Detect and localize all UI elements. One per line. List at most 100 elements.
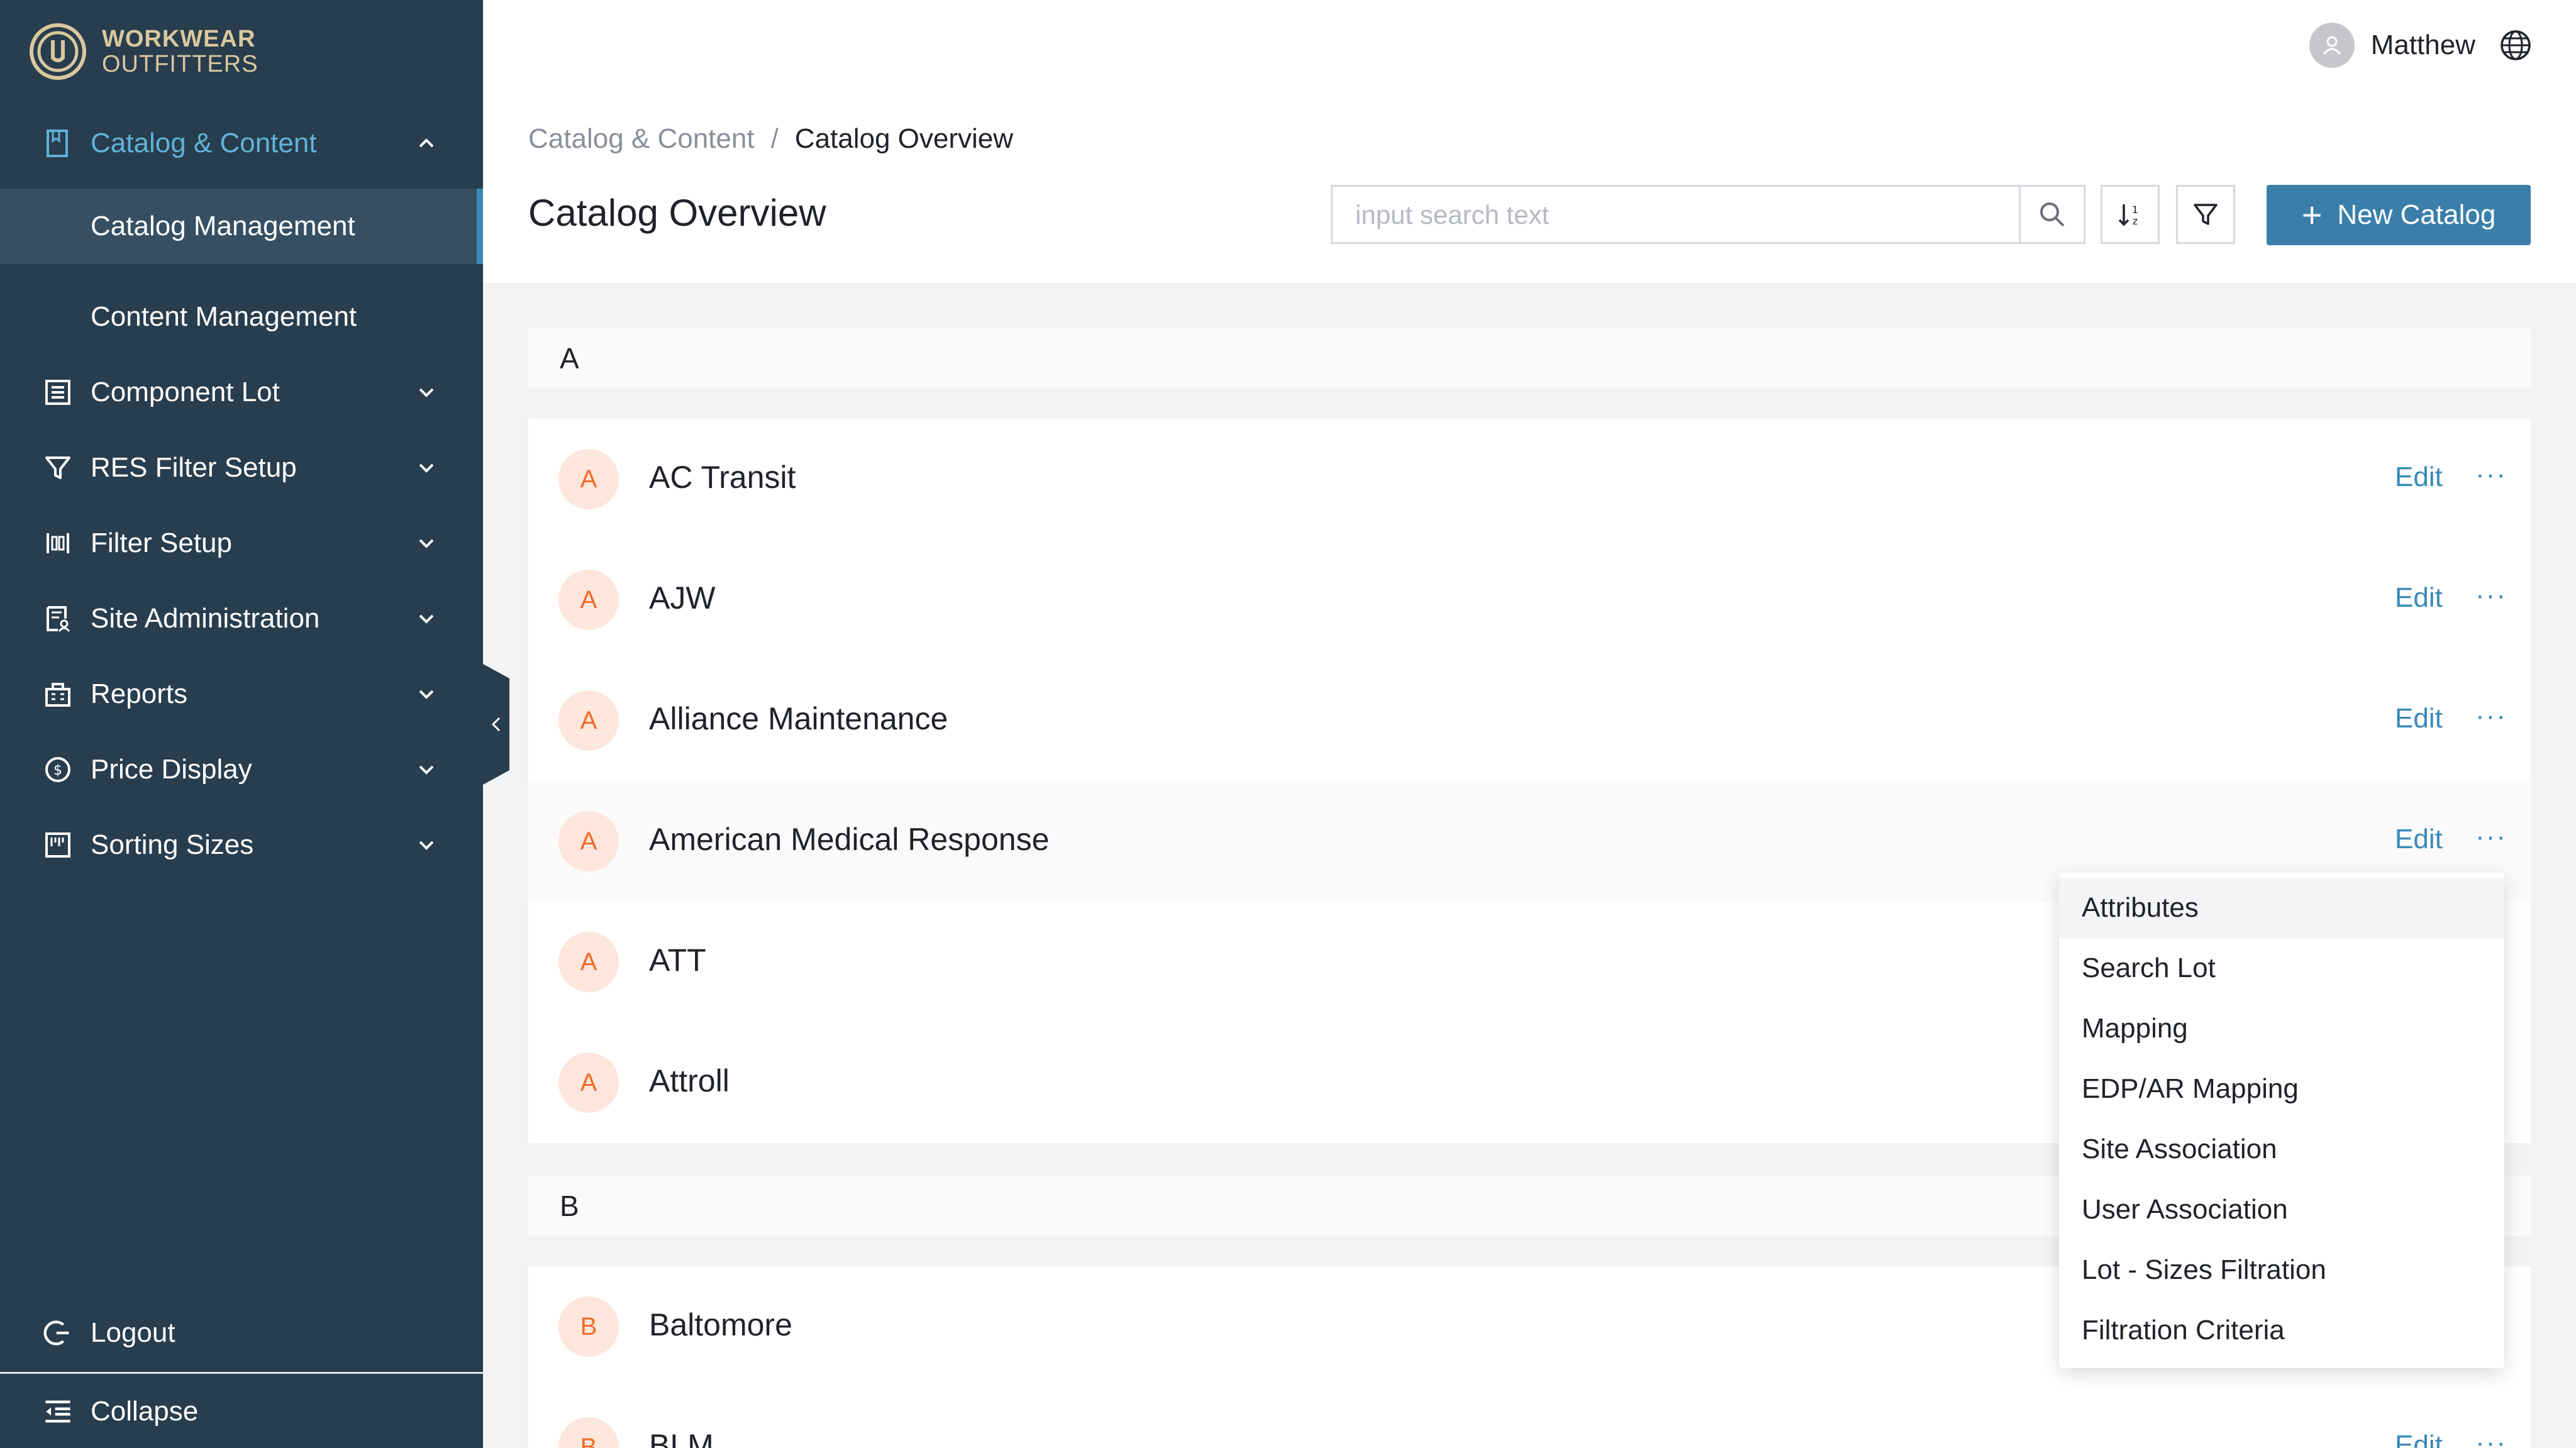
sidebar-item-label: Reports [91,678,188,709]
sidebar-item-label: Component Lot [91,377,280,407]
sidebar-item-filter-setup[interactable]: Filter Setup [0,506,483,581]
menu-item-site-association[interactable]: Site Association [2059,1119,2504,1180]
edit-link[interactable]: Edit [2395,582,2443,614]
avatar: A [558,449,619,509]
chevron-down-icon [419,539,434,548]
user-menu[interactable]: Matthew [2309,21,2532,69]
new-catalog-button[interactable]: + New Catalog [2267,185,2531,245]
avatar: B [558,1296,619,1357]
sort-icon: 1z [2118,204,2138,227]
menu-item-filtration-criteria[interactable]: Filtration Criteria [2059,1300,2504,1361]
chevron-down-icon [419,765,434,775]
globe-icon[interactable] [2499,29,2532,62]
sidebar-item-component-lot[interactable]: Component Lot [0,355,483,430]
sidebar-item-label: Sorting Sizes [91,829,254,860]
group-header-a: A [528,328,2531,389]
collapse-label: Collapse [91,1395,199,1427]
list-item[interactable]: B BLM Edit ··· [528,1387,2531,1448]
filter-button[interactable] [2176,185,2235,244]
avatar: B [558,1417,619,1448]
catalog-name: Attroll [649,1063,730,1098]
list-item[interactable]: A AC Transit Edit ··· [528,419,2531,539]
page-title: Catalog Overview [528,192,826,234]
edit-link[interactable]: Edit [2395,1430,2443,1448]
avatar: A [558,570,619,630]
sidebar-item-label: Content Management [91,301,357,332]
search-icon [2040,202,2065,227]
more-icon[interactable]: ··· [2475,700,2507,732]
sidebar-item-label: RES Filter Setup [91,452,297,483]
edit-link[interactable]: Edit [2395,703,2443,734]
sidebar-item-label: Catalog Management [91,211,355,241]
document-user-icon [43,604,73,634]
catalog-name: AC Transit [649,460,796,495]
svg-text:1: 1 [2132,204,2138,216]
menu-item-edp-ar-mapping[interactable]: EDP/AR Mapping [2059,1059,2504,1119]
svg-text:z: z [2133,215,2138,227]
menu-item-attributes[interactable]: Attributes [2059,878,2504,938]
avatar: A [558,690,619,751]
sidebar-divider [0,1372,483,1374]
edit-link[interactable]: Edit [2395,461,2443,493]
sidebar-collapse-handle[interactable] [483,664,509,785]
catalog-name: BLM [649,1428,714,1448]
sidebar-item-reports[interactable]: Reports [0,656,483,732]
collapse-menu-icon [45,1400,70,1422]
chevron-down-icon [419,463,434,473]
sidebar-item-label: Filter Setup [91,528,232,558]
sidebar: WORKWEAR OUTFITTERS Catalog & Content Ca… [0,0,483,1448]
chevron-down-icon [419,388,434,397]
logout-icon [43,1320,69,1346]
sort-button[interactable]: 1z [2101,185,2160,244]
more-icon[interactable]: ··· [2475,580,2507,611]
sidebar-item-content-management[interactable]: Content Management [0,279,483,355]
catalog-name: ATT [649,942,706,978]
menu-item-search-lot[interactable]: Search Lot [2059,938,2504,998]
menu-item-lot-sizes-filtration[interactable]: Lot - Sizes Filtration [2059,1240,2504,1300]
sidebar-item-site-administration[interactable]: Site Administration [0,581,483,656]
sidebar-item-label: Site Administration [91,603,320,634]
plus-icon: + [2301,195,2323,235]
group-letter: B [560,1190,579,1222]
sidebar-item-res-filter-setup[interactable]: RES Filter Setup [0,430,483,506]
chevron-up-icon [419,138,434,148]
sidebar-item-label: Catalog & Content [91,128,317,158]
catalog-name: Alliance Maintenance [649,701,948,736]
collapse-button[interactable]: Collapse [0,1374,483,1448]
edit-link[interactable]: Edit [2395,824,2443,855]
book-icon [43,128,73,158]
breadcrumb-separator: / [770,123,779,154]
search-box [1331,185,2085,244]
catalog-name: AJW [649,580,716,616]
avatar[interactable] [2309,23,2355,68]
sidebar-item-sorting-sizes[interactable]: Sorting Sizes [0,807,483,883]
list-box-icon [43,377,73,407]
search-input[interactable] [1354,187,1985,243]
menu-item-mapping[interactable]: Mapping [2059,998,2504,1059]
list-item[interactable]: A AJW Edit ··· [528,539,2531,660]
page-header: Matthew Catalog & Content / Catalog Overvi… [483,0,2576,283]
brand-line2: OUTFITTERS [102,51,258,77]
sidebar-item-catalog-management[interactable]: Catalog Management [0,189,483,264]
chevron-down-icon [419,841,434,850]
new-catalog-label: New Catalog [2337,199,2496,230]
ruler-box-icon [43,830,73,860]
catalog-name: American Medical Response [649,822,1050,857]
sidebar-item-price-display[interactable]: $ Price Display [0,732,483,807]
building-icon [43,679,73,709]
more-icon[interactable]: ··· [2475,1427,2507,1448]
brand-line1: WORKWEAR [102,26,256,52]
chevron-left-icon [491,717,501,732]
more-actions-menu: Attributes Search Lot Mapping EDP/AR Map… [2059,873,2504,1368]
brand-logo[interactable]: WORKWEAR OUTFITTERS [28,21,258,82]
list-item[interactable]: A Alliance Maintenance Edit ··· [528,660,2531,781]
logout-button[interactable]: Logout [0,1295,483,1371]
sidebar-item-label: Price Display [91,754,252,785]
more-icon[interactable]: ··· [2475,821,2507,853]
more-icon[interactable]: ··· [2475,459,2507,490]
username[interactable]: Matthew [2371,30,2475,61]
menu-item-user-association[interactable]: User Association [2059,1180,2504,1240]
breadcrumb-parent[interactable]: Catalog & Content [528,123,755,154]
search-button[interactable] [2019,187,2084,242]
sidebar-item-catalog-content[interactable]: Catalog & Content [0,106,483,181]
